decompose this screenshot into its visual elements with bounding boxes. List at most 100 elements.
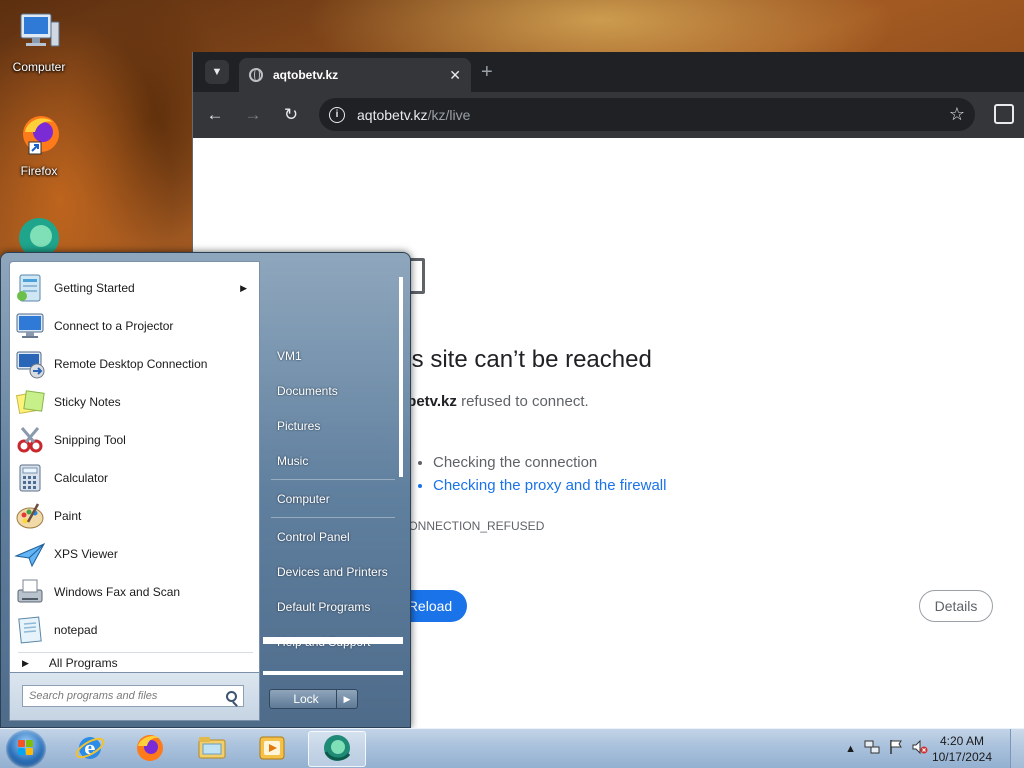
network-icon[interactable] [864, 739, 880, 758]
desktop-icon-firefox[interactable]: Firefox [0, 112, 78, 178]
system-clock[interactable]: 4:20 AM 10/17/2024 [932, 733, 992, 765]
program-getting-started[interactable]: Getting Started ▶ [12, 270, 257, 306]
triangle-right-icon: ▶ [22, 657, 29, 668]
place-user[interactable]: VM1 [263, 341, 403, 371]
suggestion-item: Checking the connection [433, 454, 666, 471]
chevron-down-icon: ▼ [211, 66, 223, 78]
place-pictures[interactable]: Pictures [263, 411, 403, 441]
lock-options-button[interactable]: ▶ [336, 689, 358, 709]
menu-separator [271, 479, 395, 480]
program-paint[interactable]: Paint [12, 498, 257, 534]
start-menu-programs: Getting Started ▶ Connect to a Projector… [9, 261, 260, 673]
start-menu: Getting Started ▶ Connect to a Projector… [0, 252, 411, 728]
error-message: refused to connect. [456, 393, 589, 410]
clock-date: 10/17/2024 [931, 750, 992, 764]
explorer-icon [196, 732, 228, 767]
back-button[interactable]: ← [199, 99, 231, 131]
url-path: /kz/live [427, 106, 471, 123]
lock-button[interactable]: Lock [269, 689, 343, 709]
tab-search-button[interactable]: ▼ [205, 60, 229, 84]
firefox-icon [15, 112, 63, 160]
taskbar-firefox[interactable] [124, 731, 176, 767]
error-subtitle: tobetv.kz refused to connect. [393, 393, 589, 410]
action-center-icon[interactable] [888, 739, 904, 758]
ie-icon: e [74, 732, 106, 767]
calculator-icon [14, 462, 46, 494]
program-connect-projector[interactable]: Connect to a Projector [12, 308, 257, 344]
error-suggestions: Checking the connection Checking the pro… [433, 454, 666, 500]
place-default-programs[interactable]: Default Programs [263, 592, 403, 622]
search-placeholder: Search programs and files [29, 690, 158, 702]
forward-button[interactable]: → [237, 99, 269, 131]
start-menu-places: VM1 Documents Pictures Music Computer Co… [263, 265, 407, 675]
program-fax-scan[interactable]: Windows Fax and Scan [12, 574, 257, 610]
program-calculator[interactable]: Calculator [12, 460, 257, 496]
xps-viewer-icon [14, 538, 46, 570]
taskbar-ie[interactable]: e [64, 731, 116, 767]
show-hidden-icons-icon[interactable]: ▲ [845, 743, 856, 755]
extensions-icon[interactable] [994, 104, 1014, 124]
close-icon[interactable]: ✕ [449, 67, 461, 84]
menu-separator [18, 652, 253, 653]
reload-toolbar-button[interactable]: ↻ [275, 99, 307, 131]
program-label: Remote Desktop Connection [54, 357, 208, 371]
browser-toolbar: ← → ↻ i aqtobetv.kz/kz/live ☆ [193, 92, 1024, 138]
taskbar-edge[interactable] [308, 731, 366, 767]
menu-glitch-bar [263, 637, 403, 644]
tab-strip: ▼ aqtobetv.kz ✕ + [193, 52, 1024, 92]
search-icon[interactable] [226, 690, 237, 702]
menu-separator [271, 517, 395, 518]
firefox-icon [134, 732, 166, 767]
start-button[interactable] [6, 730, 46, 768]
volume-muted-icon[interactable] [912, 739, 928, 758]
tab-title: aqtobetv.kz [273, 68, 339, 82]
place-music[interactable]: Music [263, 446, 403, 476]
place-control-panel[interactable]: Control Panel [263, 522, 403, 552]
star-icon[interactable]: ☆ [949, 104, 965, 125]
program-label: Getting Started [54, 281, 135, 295]
windows-logo-icon [18, 740, 34, 756]
triangle-right-icon: ▶ [343, 693, 351, 704]
show-desktop-button[interactable] [1010, 729, 1024, 768]
program-sticky-notes[interactable]: Sticky Notes [12, 384, 257, 420]
program-label: Windows Fax and Scan [54, 585, 181, 599]
edge-icon [321, 732, 353, 767]
getting-started-icon [14, 272, 46, 304]
program-snipping-tool[interactable]: Snipping Tool [12, 422, 257, 458]
program-label: Sticky Notes [54, 395, 121, 409]
search-input[interactable]: Search programs and files [22, 685, 244, 707]
suggestion-link[interactable]: Checking the proxy and the firewall [433, 477, 666, 494]
desktop-icon-label: Firefox [20, 164, 58, 178]
desktop-icon-computer[interactable]: Computer [0, 8, 78, 74]
url-host: aqtobetv.kz [357, 106, 428, 123]
info-icon[interactable]: i [329, 106, 345, 123]
notification-area: ▲ [845, 739, 928, 758]
program-notepad[interactable]: notepad [12, 612, 257, 648]
notepad-icon [14, 614, 46, 646]
taskbar: e ▲ 4:20 AM 10/17/2024 [0, 728, 1024, 768]
media-player-icon [256, 732, 288, 767]
remote-desktop-icon [14, 348, 46, 380]
sticky-notes-icon [14, 386, 46, 418]
taskbar-explorer[interactable] [186, 731, 238, 767]
taskbar-media-player[interactable] [246, 731, 298, 767]
details-button[interactable]: Details [919, 590, 993, 622]
new-tab-button[interactable]: + [481, 62, 493, 82]
error-code: _CONNECTION_REFUSED [393, 519, 545, 533]
address-bar[interactable]: i aqtobetv.kz/kz/live ☆ [319, 98, 975, 131]
tab-active[interactable]: aqtobetv.kz ✕ [239, 58, 471, 92]
program-xps-viewer[interactable]: XPS Viewer [12, 536, 257, 572]
arrow-left-icon: ← [206, 105, 224, 124]
place-documents[interactable]: Documents [263, 376, 403, 406]
place-computer[interactable]: Computer [263, 484, 403, 514]
program-remote-desktop[interactable]: Remote Desktop Connection [12, 346, 257, 382]
snipping-tool-icon [14, 424, 46, 456]
all-programs-button[interactable]: ▶ All Programs [22, 656, 118, 670]
place-devices-printers[interactable]: Devices and Printers [263, 557, 403, 587]
computer-icon [15, 8, 63, 56]
program-label: Paint [54, 509, 82, 523]
menu-glitch-bar [263, 671, 403, 675]
program-label: Calculator [54, 471, 109, 485]
program-label: XPS Viewer [54, 547, 118, 561]
projector-icon [14, 310, 46, 342]
